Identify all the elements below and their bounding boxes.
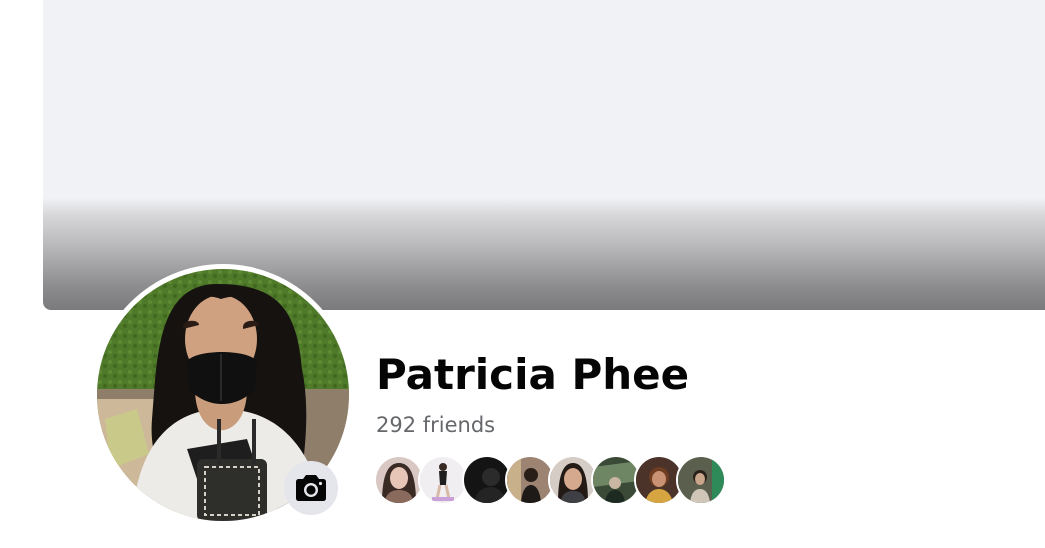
friend-avatar[interactable] — [374, 455, 424, 505]
camera-icon — [296, 475, 326, 501]
cover-photo[interactable] — [43, 0, 1045, 310]
profile-name: Patricia Phee — [376, 350, 690, 399]
update-profile-picture-button[interactable] — [284, 461, 338, 515]
friend-avatar[interactable] — [418, 455, 468, 505]
friend-avatar[interactable] — [676, 455, 726, 505]
friends-count-link[interactable]: 292 friends — [376, 410, 495, 440]
friend-avatars-row — [374, 455, 734, 507]
profile-header: Patricia Phee 292 friends — [0, 0, 1045, 548]
